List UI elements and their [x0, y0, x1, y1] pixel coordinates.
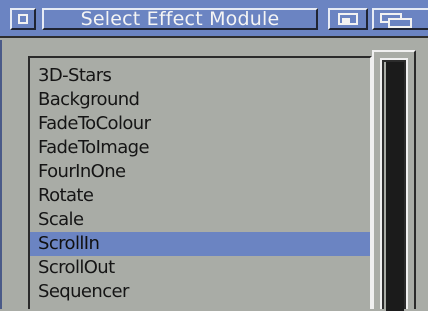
- zoom-gadget-icon: [338, 13, 358, 25]
- list-item-scale[interactable]: Scale: [30, 208, 370, 232]
- close-gadget-icon: [18, 14, 28, 24]
- list-item-scrollin[interactable]: ScrollIn: [30, 232, 370, 256]
- effect-module-list[interactable]: 3D-Stars Background FadeToColour FadeToI…: [28, 56, 372, 309]
- title-bar[interactable]: Select Effect Module: [0, 0, 428, 38]
- zoom-button[interactable]: [328, 8, 368, 30]
- select-effect-module-window: Select Effect Module 3D-Stars Background…: [0, 0, 428, 311]
- window-title: Select Effect Module: [80, 8, 280, 30]
- scrollbar-knob[interactable]: [384, 62, 404, 311]
- list-item-rotate[interactable]: Rotate: [30, 184, 370, 208]
- list-item-fadetoimage[interactable]: FadeToImage: [30, 136, 370, 160]
- window-body: 3D-Stars Background FadeToColour FadeToI…: [0, 40, 428, 311]
- depth-button[interactable]: [372, 8, 428, 30]
- close-button[interactable]: [10, 8, 36, 30]
- list-item-fourinone[interactable]: FourInOne: [30, 160, 370, 184]
- list-item-3d-stars[interactable]: 3D-Stars: [30, 64, 370, 88]
- list-item-sequencer[interactable]: Sequencer: [30, 280, 370, 304]
- list-item-background[interactable]: Background: [30, 88, 370, 112]
- list-scrollbar[interactable]: [372, 50, 416, 311]
- list-item-scrollout[interactable]: ScrollOut: [30, 256, 370, 280]
- depth-gadget-front-icon: [388, 18, 412, 28]
- scrollbar-track[interactable]: [380, 58, 408, 311]
- list-item-fadetocolour[interactable]: FadeToColour: [30, 112, 370, 136]
- title-drag-area[interactable]: Select Effect Module: [42, 8, 318, 30]
